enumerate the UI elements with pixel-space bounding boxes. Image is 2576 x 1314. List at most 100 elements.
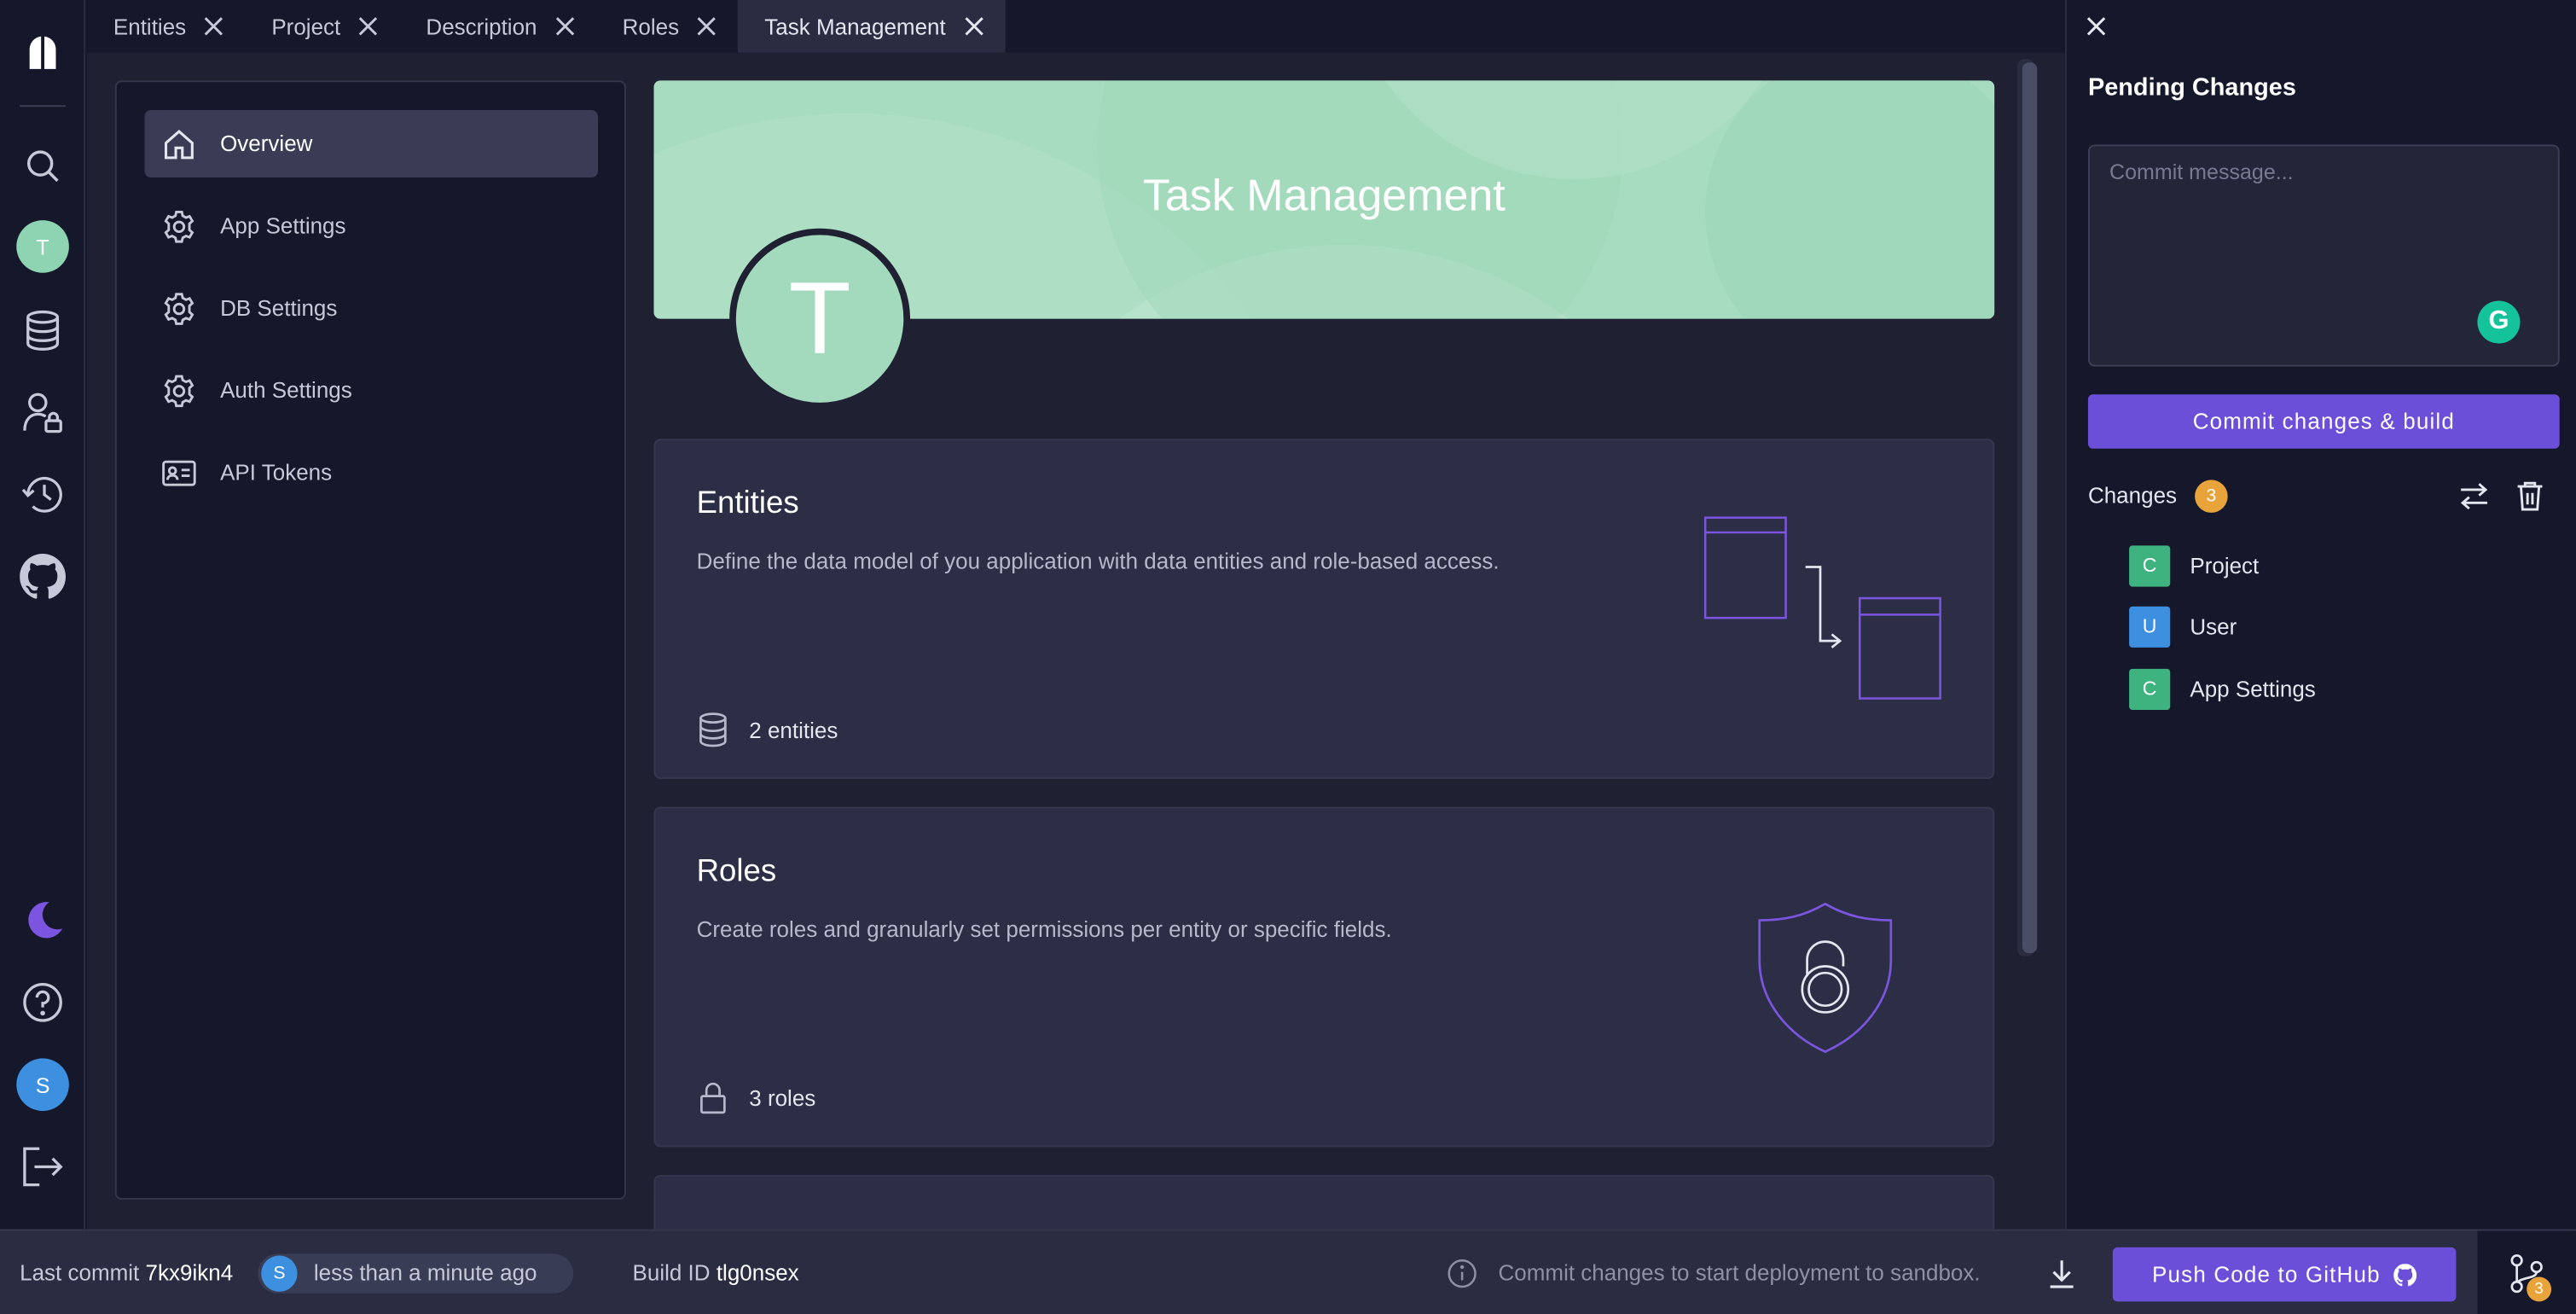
content-area: Overview App Settings DB Settings Auth S… — [87, 52, 2065, 1230]
card-meta: 2 entities — [697, 712, 838, 747]
tab-project[interactable]: Project — [246, 0, 400, 53]
tab-label: Task Management — [764, 14, 946, 39]
sidebar-item-label: App Settings — [220, 213, 346, 239]
history-icon[interactable] — [0, 462, 85, 527]
avatar: S — [261, 1255, 298, 1292]
last-commit-label: Last commit — [20, 1260, 140, 1286]
build-id[interactable]: Build ID tlg0nsex — [633, 1260, 799, 1285]
tab-label: Description — [426, 14, 537, 39]
tab-task-management[interactable]: Task Management — [738, 0, 1006, 53]
next-card[interactable] — [653, 1175, 1995, 1230]
moon-icon[interactable] — [0, 887, 85, 953]
lock-icon — [700, 1082, 726, 1114]
pending-changes-toggle[interactable]: 3 — [2477, 1230, 2576, 1314]
github-icon — [2393, 1263, 2417, 1286]
gear-icon — [164, 374, 194, 407]
commit-build-button[interactable]: Commit changes & build — [2087, 394, 2560, 449]
account-avatar-button[interactable]: S — [0, 1052, 85, 1118]
change-name: User — [2190, 613, 2237, 639]
entities-illustration-icon — [1703, 516, 1941, 700]
sidebar-item-label: DB Settings — [220, 295, 338, 321]
card-meta: 3 roles — [697, 1079, 816, 1115]
tab-label: Entities — [113, 14, 187, 39]
help-icon[interactable] — [0, 969, 85, 1035]
download-icon[interactable] — [2045, 1257, 2079, 1290]
user-avatar-button[interactable]: T — [0, 213, 85, 279]
close-icon[interactable] — [357, 15, 380, 38]
trash-icon[interactable] — [2515, 480, 2545, 513]
search-icon[interactable] — [0, 133, 85, 199]
tab-roles[interactable]: Roles — [596, 0, 739, 53]
icon-rail: T S — [0, 0, 86, 1230]
github-icon[interactable] — [0, 544, 85, 610]
panel-title: Pending Changes — [2087, 73, 2296, 102]
database-icon[interactable] — [0, 298, 85, 363]
changes-count-badge: 3 — [2195, 480, 2228, 513]
tab-entities[interactable]: Entities — [87, 0, 245, 53]
build-id-label: Build ID — [632, 1260, 711, 1286]
pending-changes-panel: Pending Changes G Commit changes & build… — [2064, 0, 2576, 1230]
close-icon[interactable] — [2085, 15, 2108, 38]
close-icon[interactable] — [554, 15, 577, 38]
database-icon — [699, 712, 727, 747]
commit-time: less than a minute ago — [313, 1260, 537, 1286]
scrollbar-thumb[interactable] — [2022, 62, 2038, 954]
settings-sidenav: Overview App Settings DB Settings Auth S… — [114, 80, 626, 1200]
user-lock-icon[interactable] — [0, 380, 85, 445]
pending-count-badge: 3 — [2527, 1276, 2552, 1302]
sidebar-item-auth-settings[interactable]: Auth Settings — [144, 357, 598, 424]
shield-lock-illustration-icon — [1758, 902, 1893, 1054]
rail-divider — [20, 105, 67, 108]
close-icon[interactable] — [695, 15, 718, 38]
tab-description[interactable]: Description — [400, 0, 596, 53]
project-avatar: T — [729, 228, 911, 410]
close-icon[interactable] — [962, 15, 985, 38]
project-title: Task Management — [1142, 171, 1506, 221]
info-icon — [1448, 1259, 1477, 1288]
change-type-badge: C — [2129, 544, 2171, 586]
card-description: Create roles and granularly set permissi… — [696, 916, 1392, 942]
grammarly-icon[interactable]: G — [2477, 300, 2521, 344]
id-card-icon — [162, 459, 196, 485]
gear-icon — [164, 210, 194, 242]
change-name: Project — [2190, 553, 2260, 578]
avatar: S — [16, 1058, 69, 1111]
card-title: Entities — [696, 486, 799, 521]
tab-label: Project — [271, 14, 341, 39]
card-meta-text: 3 roles — [749, 1085, 816, 1111]
card-title: Roles — [696, 854, 777, 889]
sidebar-item-label: Auth Settings — [220, 377, 352, 403]
sidebar-item-app-settings[interactable]: App Settings — [144, 192, 598, 259]
avatar: T — [16, 220, 69, 273]
logo-icon[interactable] — [0, 20, 85, 85]
change-type-badge: C — [2129, 667, 2171, 710]
logout-icon[interactable] — [0, 1134, 85, 1200]
tab-label: Roles — [622, 14, 680, 39]
tab-bar: Entities Project Description Roles Task … — [87, 0, 2065, 53]
sidebar-item-overview[interactable]: Overview — [144, 110, 599, 178]
status-footer: Last commit 7kx9ikn4 S less than a minut… — [0, 1229, 2576, 1314]
sidebar-item-label: API Tokens — [220, 460, 333, 485]
close-icon[interactable] — [202, 15, 225, 38]
push-button-label: Push Code to GitHub — [2152, 1262, 2381, 1288]
sidebar-item-label: Overview — [220, 131, 313, 156]
compare-icon[interactable] — [2457, 481, 2491, 511]
overview-main: Task Management T Entities Define the da… — [653, 80, 1995, 1230]
roles-card[interactable]: Roles Create roles and granularly set pe… — [653, 806, 1995, 1148]
card-meta-text: 2 entities — [749, 717, 838, 742]
change-name: App Settings — [2190, 676, 2316, 701]
change-item[interactable]: C App Settings — [2129, 667, 2316, 710]
push-to-github-button[interactable]: Push Code to GitHub — [2112, 1247, 2457, 1302]
home-icon — [164, 129, 194, 159]
change-item[interactable]: C Project — [2129, 544, 2259, 587]
last-commit-id: 7kx9ikn4 — [145, 1260, 234, 1286]
card-description: Define the data model of you application… — [696, 549, 1500, 574]
sidebar-item-db-settings[interactable]: DB Settings — [144, 275, 598, 342]
change-type-badge: U — [2129, 605, 2171, 647]
entities-card[interactable]: Entities Define the data model of you ap… — [653, 439, 1995, 779]
changes-label: Changes — [2087, 483, 2178, 509]
last-commit[interactable]: Last commit 7kx9ikn4 — [20, 1260, 233, 1285]
sidebar-item-api-tokens[interactable]: API Tokens — [144, 439, 598, 506]
change-item[interactable]: U User — [2129, 605, 2237, 648]
gear-icon — [164, 292, 194, 324]
